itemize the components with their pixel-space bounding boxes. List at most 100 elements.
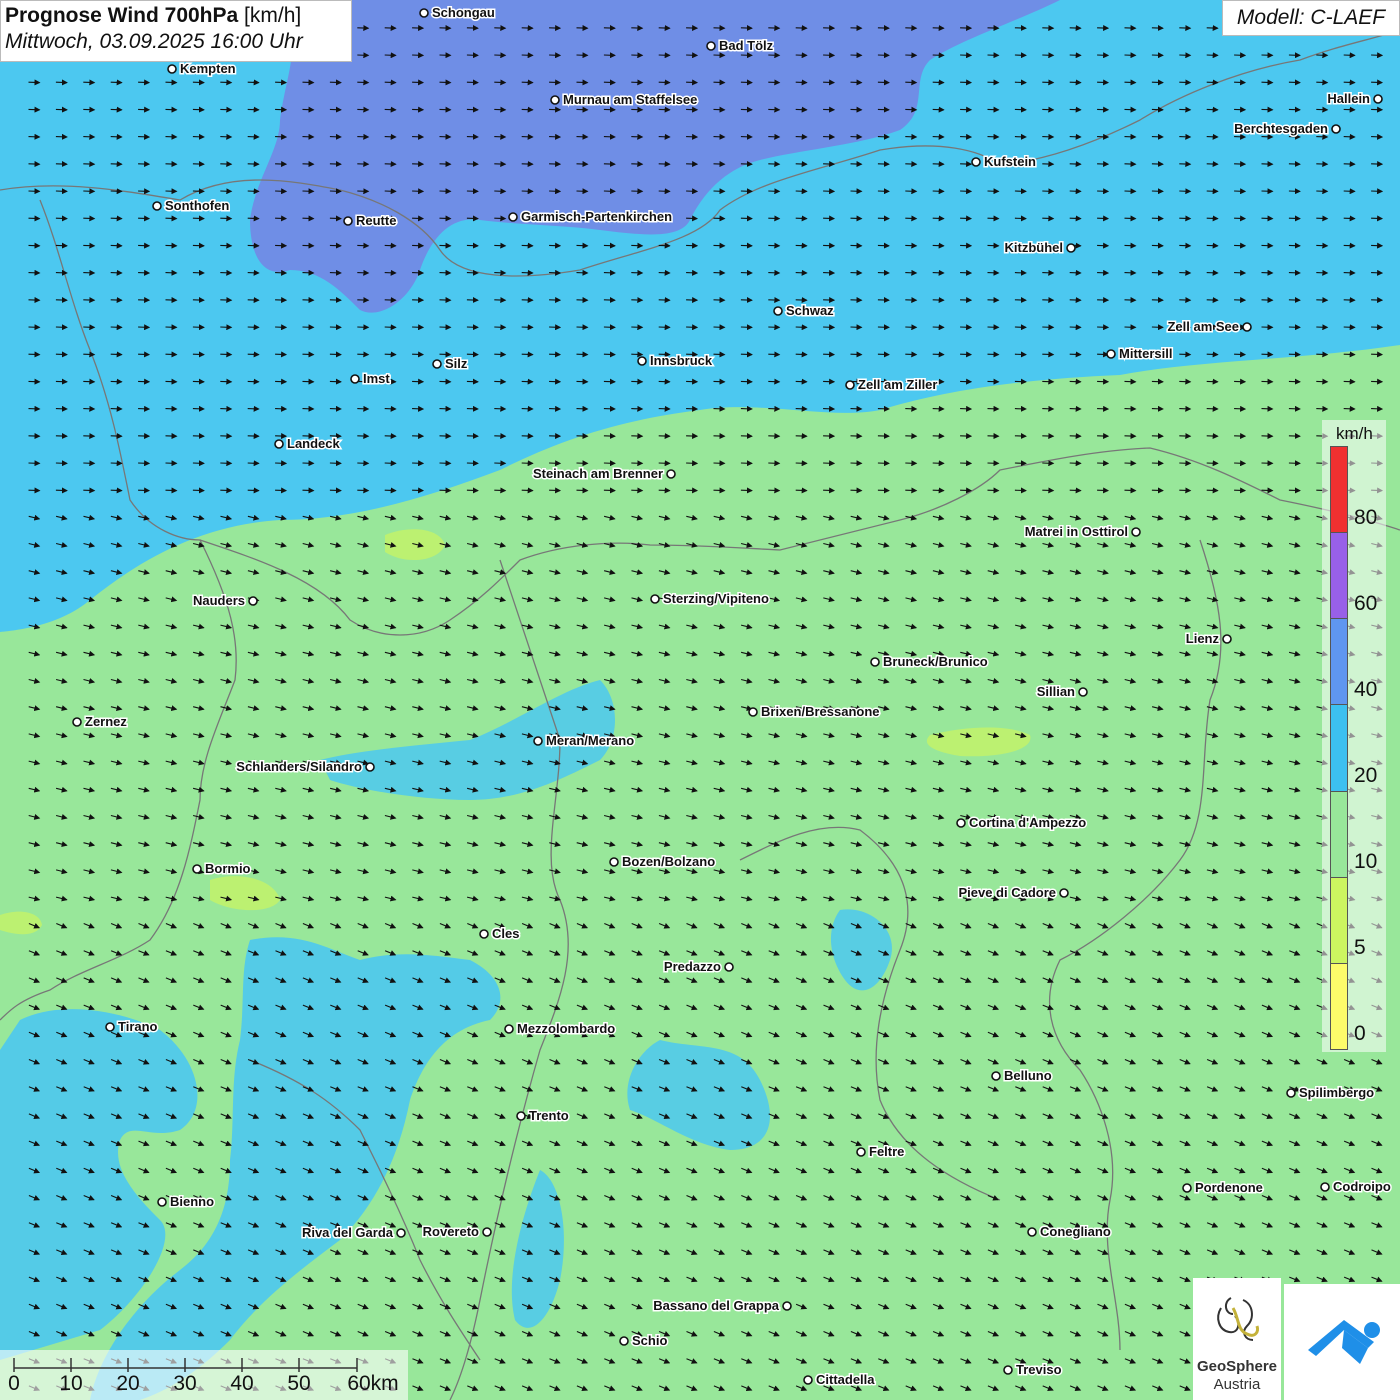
wind-arrow	[1124, 1086, 1137, 1092]
wind-arrow	[658, 569, 671, 576]
wind-arrow	[467, 1276, 479, 1283]
wind-arrow	[576, 1086, 589, 1092]
wind-arrow	[1316, 1249, 1328, 1255]
city-dot	[1320, 1182, 1330, 1192]
wind-arrow	[1261, 1140, 1274, 1147]
wind-arrow	[1097, 623, 1109, 630]
wind-arrow	[275, 596, 287, 603]
wind-arrow	[604, 1249, 616, 1255]
wind-arrow	[960, 786, 972, 793]
city-marker: Treviso	[1003, 1361, 1063, 1379]
city-marker: Meran/Merano	[533, 732, 636, 750]
wind-arrow	[1069, 786, 1082, 793]
wind-map[interactable]: Schongau Bad Tölz Kempten Murnau am Staffel…	[0, 0, 1400, 1400]
city-label: Sterzing/Vipiteno	[663, 591, 769, 606]
city-dot	[482, 1227, 492, 1237]
geosphere-logo[interactable]: GeoSphere Austria	[1193, 1278, 1281, 1400]
wind-arrow	[165, 1031, 178, 1038]
wind-arrow	[823, 922, 835, 929]
wind-arrow	[932, 950, 945, 956]
wind-arrow	[631, 514, 644, 521]
wind-arrow	[1097, 813, 1109, 820]
wind-arrow	[1152, 1113, 1164, 1119]
wind-arrow	[1289, 1222, 1301, 1228]
wind-arrow	[1261, 1249, 1274, 1255]
forecast-datetime: Mittwoch, 03.09.2025 16:00 Uhr	[5, 30, 303, 53]
wind-arrow	[768, 732, 781, 739]
city-dot	[396, 1228, 406, 1238]
wind-arrow	[1261, 569, 1274, 576]
wind-arrow	[138, 569, 150, 576]
title-box: Prognose Wind 700hPa [km/h] Mittwoch, 03…	[0, 0, 352, 62]
wind-arrow	[905, 813, 918, 820]
wind-arrow	[795, 1303, 808, 1310]
city-marker: Zernez	[72, 713, 129, 731]
wind-arrow	[658, 1194, 671, 1201]
wind-arrow	[165, 1249, 178, 1255]
wind-arrow	[932, 1194, 945, 1201]
zone-5-10-patch-1	[926, 727, 1031, 757]
wind-arrow	[686, 1031, 698, 1038]
wind-arrow	[1069, 1276, 1082, 1283]
wind-arrow	[412, 569, 424, 576]
wind-arrow	[713, 759, 726, 766]
model-label: Modell: C-LAEF	[1222, 0, 1400, 36]
city-marker: Schongau	[419, 4, 496, 22]
wind-arrow	[1261, 732, 1274, 739]
wind-arrow	[439, 841, 452, 848]
wind-arrow	[28, 650, 41, 657]
city-marker: Trento	[516, 1107, 570, 1125]
wind-arrow	[1288, 514, 1301, 521]
wind-arrow	[1206, 1249, 1219, 1255]
wind-arrow	[713, 541, 726, 548]
wind-arrow	[521, 950, 534, 956]
wind-arrow	[220, 786, 233, 793]
wind-arrow	[1015, 1113, 1027, 1119]
wind-arrow	[1179, 1031, 1191, 1038]
wind-arrow	[439, 596, 452, 603]
wind-arrow	[165, 596, 178, 603]
wind-arrow	[110, 786, 123, 793]
legend-tick-label: 80	[1354, 506, 1378, 529]
wind-arrow	[1206, 813, 1219, 820]
app-logo[interactable]	[1284, 1284, 1400, 1400]
wind-arrow	[1097, 1058, 1109, 1065]
wind-arrow	[494, 541, 507, 548]
wind-arrow	[932, 541, 945, 548]
wind-arrow	[740, 786, 753, 793]
wind-arrow	[220, 623, 233, 630]
wind-arrow	[905, 1358, 917, 1364]
wind-arrow	[1179, 1222, 1191, 1228]
wind-arrow	[1042, 841, 1055, 848]
wind-arrow	[521, 1330, 534, 1337]
wind-arrow	[1206, 922, 1219, 929]
wind-arrow	[604, 922, 616, 929]
wind-arrow	[1042, 1140, 1054, 1147]
wind-arrow	[357, 677, 370, 684]
wind-arrow	[878, 977, 890, 983]
wind-arrow	[357, 950, 369, 956]
wind-arrow	[1234, 732, 1246, 739]
wind-arrow	[412, 650, 424, 657]
wind-arrow	[795, 841, 808, 848]
wind-arrow	[631, 569, 644, 576]
wind-arrow	[302, 1276, 315, 1283]
wind-arrow	[1042, 1303, 1054, 1310]
wind-arrow	[329, 813, 342, 820]
wind-arrow	[740, 841, 753, 848]
wind-arrow	[960, 1249, 972, 1255]
wind-arrow	[768, 868, 781, 875]
city-label: Steinach am Brenner	[533, 466, 663, 481]
wind-arrow	[330, 1249, 342, 1255]
wind-arrow	[768, 1222, 780, 1228]
wind-arrow	[1124, 841, 1137, 848]
wind-arrow	[1151, 650, 1164, 657]
wind-arrow	[713, 1358, 726, 1364]
wind-arrow	[768, 623, 781, 630]
wind-arrow	[521, 977, 534, 983]
wind-arrow	[604, 1194, 616, 1201]
wind-arrow	[439, 732, 452, 739]
wind-arrow	[713, 677, 726, 684]
wind-arrow	[1097, 1194, 1109, 1201]
wind-arrow	[1151, 732, 1164, 739]
